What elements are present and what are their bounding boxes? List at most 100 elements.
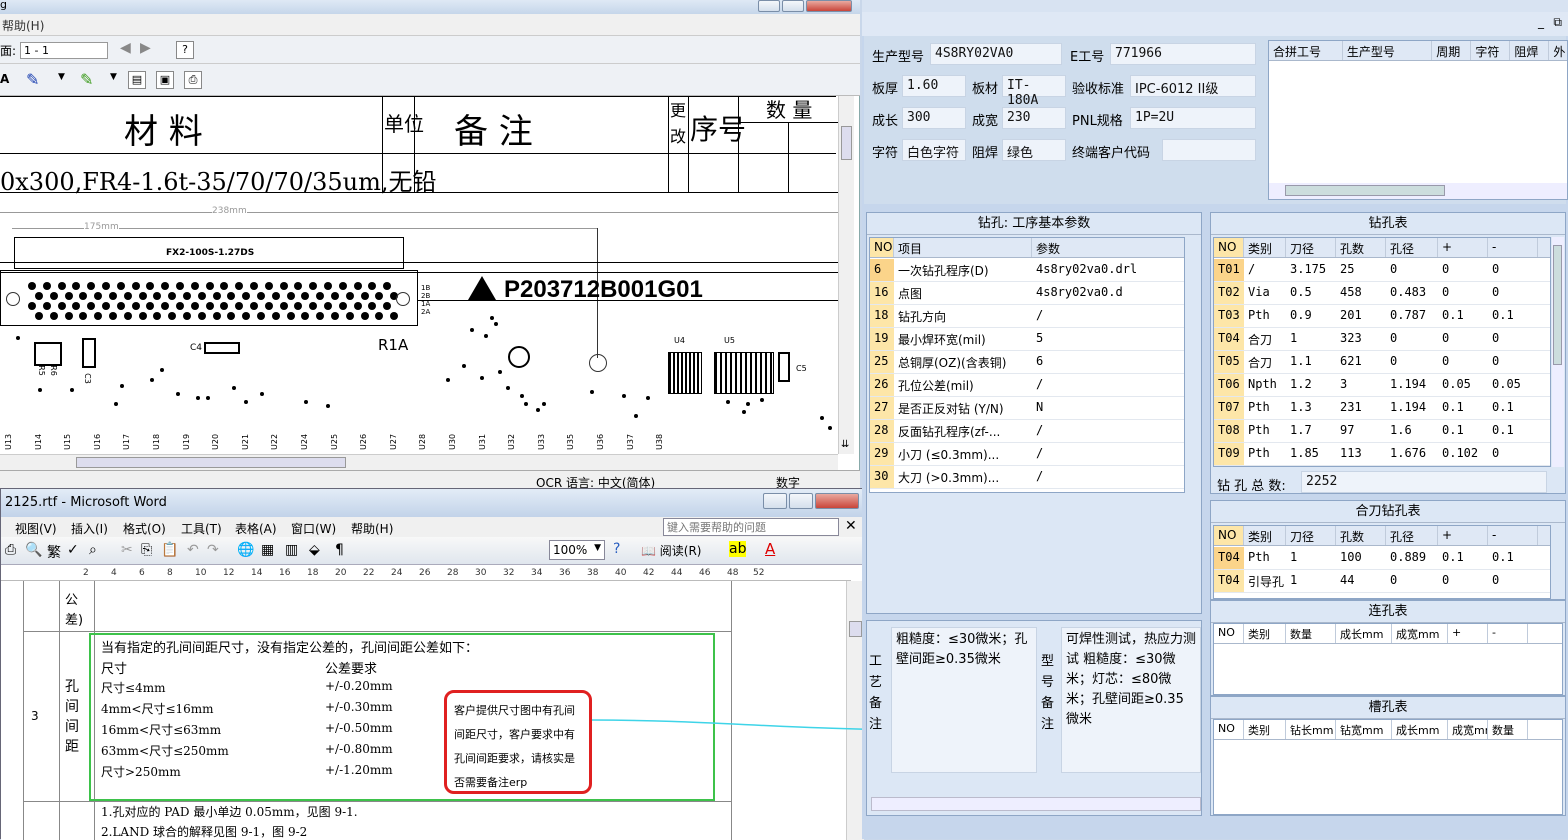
highlighter-icon[interactable]: ✎	[80, 70, 93, 89]
maximize-button[interactable]	[782, 0, 804, 12]
page-down-icon[interactable]: ⇊	[841, 439, 849, 450]
paste-icon[interactable]: 📋	[161, 542, 178, 558]
merge-hole-row[interactable]: T04 Pth 1 100 0.889 0.1 0.1	[1214, 547, 1550, 570]
remark-hscroll[interactable]	[871, 797, 1201, 811]
scroll-thumb[interactable]	[1285, 185, 1445, 196]
traditional-chinese-icon[interactable]: 繁	[47, 542, 61, 562]
menu-insert[interactable]: 插入(I)	[71, 520, 108, 537]
chain-grid[interactable]: NO 类别 数量 成长mm 成宽mm + -	[1213, 623, 1563, 695]
pen-icon[interactable]: ✎	[26, 70, 39, 89]
copy-icon[interactable]: ⎘	[141, 542, 152, 558]
drill-param-row[interactable]: 6 一次钻孔程序(D) 4s8ry02va0.drl	[870, 259, 1184, 282]
close-button[interactable]	[806, 0, 852, 12]
menu-tools[interactable]: 工具(T)	[181, 520, 222, 537]
hole-row[interactable]: T03 Pth 0.9 201 0.787 0.1 0.1	[1214, 305, 1550, 328]
restore-icon[interactable]: ⧉	[1553, 15, 1562, 30]
viewer-vscroll[interactable]: ⇊	[838, 96, 854, 454]
show-formatting-icon[interactable]: ¶	[335, 542, 344, 558]
print-preview-icon[interactable]: 🔍	[25, 542, 42, 558]
mask-field[interactable]: 绿色	[1002, 139, 1066, 161]
wid-field[interactable]: 230	[1002, 107, 1066, 129]
drill-param-row[interactable]: 25 总铜厚(OZ)(含表铜) 6	[870, 351, 1184, 374]
font-color-icon[interactable]: A	[765, 540, 775, 558]
hole-row[interactable]: T08 Pth 1.7 97 1.6 0.1 0.1	[1214, 420, 1550, 443]
drill-param-row[interactable]: 19 最小焊环宽(mil) 5	[870, 328, 1184, 351]
hole-grid[interactable]: NO 类别 刀径 孔数 孔径 + - T01 / 3.175 25 0 0 0 T02 Via 0.5 458 0…	[1213, 237, 1551, 467]
columns-icon[interactable]: ▥	[285, 542, 298, 558]
hole-vscroll[interactable]	[1552, 237, 1564, 467]
close-button[interactable]	[815, 493, 859, 509]
menu-table[interactable]: 表格(A)	[235, 520, 277, 537]
total-field[interactable]: 2252	[1301, 471, 1547, 493]
hole-row[interactable]: T02 Via 0.5 458 0.483 0 0	[1214, 282, 1550, 305]
std-field[interactable]: IPC-6012 II级	[1130, 75, 1256, 97]
drill-param-row[interactable]: 18 钻孔方向 /	[870, 305, 1184, 328]
merge-hole-row[interactable]: T04 引导孔 1 44 0 0 0	[1214, 570, 1550, 593]
viewer-hscroll[interactable]	[0, 454, 838, 470]
prev-page-icon[interactable]: ◀	[120, 40, 131, 56]
image-icon[interactable]: ▣	[156, 71, 174, 89]
menu-help[interactable]: 帮助(H)	[2, 19, 44, 33]
menu-help[interactable]: 帮助(H)	[351, 520, 393, 537]
help-search-input[interactable]	[663, 518, 839, 536]
len-field[interactable]: 300	[902, 107, 966, 129]
menu-view[interactable]: 视图(V)	[15, 520, 57, 537]
menu-format[interactable]: 格式(O)	[123, 520, 166, 537]
scroll-thumb[interactable]	[76, 457, 346, 468]
drill-param-grid[interactable]: NO 项目 参数 6 一次钻孔程序(D) 4s8ry02va0.drl 16 点图 4s8…	[869, 237, 1185, 493]
next-page-icon[interactable]: ▶	[140, 40, 151, 56]
scroll-thumb[interactable]	[849, 621, 862, 637]
e-no-field[interactable]: 771966	[1110, 43, 1256, 65]
note-icon[interactable]: ▤	[128, 71, 146, 89]
craft-remark-text[interactable]: 粗糙度：≤30微米；孔壁间距≥0.35微米	[891, 627, 1037, 773]
slot-grid[interactable]: NO类别钻长mm钻宽mm成长mm成宽mm数量	[1213, 719, 1563, 815]
pnl-field[interactable]: 1P=2U	[1130, 107, 1256, 129]
merge-hole-grid[interactable]: NO 类别 刀径 孔数 孔径 + - T04 Pth 1 100 0.889 0.1 0.1 T04 引导孔…	[1213, 525, 1551, 599]
help-icon[interactable]: ?	[613, 541, 620, 557]
maximize-button[interactable]	[789, 493, 813, 509]
table-icon[interactable]: ▦	[261, 542, 274, 558]
text-tool-icon[interactable]: A	[0, 72, 9, 86]
spellcheck-icon[interactable]: ✓	[67, 542, 79, 558]
highlight-icon[interactable]: ab	[729, 541, 747, 557]
hole-row[interactable]: T09 Pth 1.85 113 1.676 0.102 0	[1214, 443, 1550, 466]
hole-row[interactable]: T06 Npth 1.2 3 1.194 0.05 0.05	[1214, 374, 1550, 397]
cut-icon[interactable]: ✂	[121, 542, 133, 558]
thick-field[interactable]: 1.60	[902, 75, 966, 97]
drill-param-row[interactable]: 29 小刀 (≤0.3mm)... /	[870, 443, 1184, 466]
hole-row[interactable]: T05 合刀 1.1 621 0 0 0	[1214, 351, 1550, 374]
drill-param-row[interactable]: 30 大刀 (>0.3mm)... /	[870, 466, 1184, 489]
print-icon[interactable]: ⎙	[5, 542, 16, 558]
minimize-button[interactable]	[758, 0, 780, 12]
hyperlink-icon[interactable]: 🌐	[237, 542, 254, 558]
undo-icon[interactable]: ↶	[187, 542, 199, 558]
menu-window[interactable]: 窗口(W)	[291, 520, 336, 537]
drill-param-row[interactable]: 28 反面钻孔程序(zf-... /	[870, 420, 1184, 443]
dropdown-icon[interactable]: ▼	[110, 72, 117, 82]
drill-param-row[interactable]: 26 孔位公差(mil) /	[870, 374, 1184, 397]
mat-field[interactable]: IT-180A	[1002, 75, 1066, 108]
drill-param-row[interactable]: 16 点图 4s8ry02va0.d	[870, 282, 1184, 305]
drill-param-row[interactable]: 27 是否正反对钻 (Y/N) N	[870, 397, 1184, 420]
zoom-select[interactable]: 100% ▼	[549, 540, 605, 560]
minimize-icon[interactable]: _	[1538, 15, 1544, 29]
prod-model-field[interactable]: 4S8RY02VA0	[930, 43, 1062, 65]
minimize-button[interactable]	[763, 493, 787, 509]
hole-row[interactable]: T04 合刀 1 323 0 0 0	[1214, 328, 1550, 351]
help-icon[interactable]: ?	[176, 41, 194, 59]
page-input[interactable]: 1 - 1	[20, 42, 108, 59]
horizontal-ruler[interactable]: 2 4 6 8 10 12 14 16 18 20 22 24 26 28 30 32 34 36 38 40 42 44…	[1, 567, 851, 581]
close-doc-icon[interactable]: ✕	[845, 518, 857, 534]
stamp-icon[interactable]: ⎙	[184, 71, 202, 89]
read-button[interactable]: 📖 阅读(R)	[641, 542, 701, 559]
redo-icon[interactable]: ↷	[207, 542, 219, 558]
hole-row[interactable]: T07 Pth 1.3 231 1.194 0.1 0.1	[1214, 397, 1550, 420]
hole-row[interactable]: T01 / 3.175 25 0 0 0	[1214, 259, 1550, 282]
scroll-thumb[interactable]	[841, 126, 852, 160]
model-remark-text[interactable]: 可焊性测试，热应力测试 粗糙度：≤30微米；灯芯：≤80微米；孔壁间距≥0.35…	[1061, 627, 1201, 773]
cust-field[interactable]	[1162, 139, 1256, 161]
scroll-thumb[interactable]	[1553, 245, 1562, 365]
dropdown-icon[interactable]: ▼	[58, 72, 65, 82]
research-icon[interactable]: ⌕	[89, 542, 97, 558]
merge-hscroll[interactable]	[1269, 183, 1567, 199]
